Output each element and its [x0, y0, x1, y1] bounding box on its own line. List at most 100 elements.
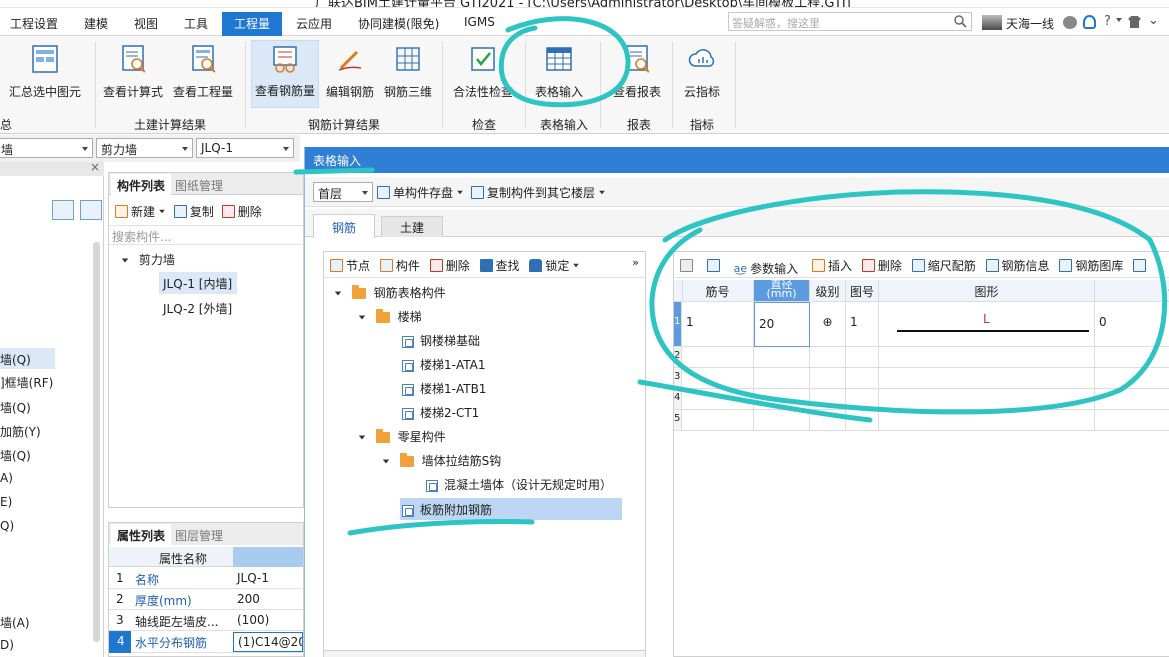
copy-button[interactable]: 复制	[173, 203, 214, 220]
component-button[interactable]: 构件	[379, 257, 420, 274]
table-input-titlebar[interactable]: 表格输入	[305, 147, 1169, 173]
nav-scrollbar[interactable]	[93, 242, 100, 642]
empty-cell[interactable]	[1095, 368, 1169, 389]
tree-leaf[interactable]: 楼梯1-ATA1	[402, 356, 486, 373]
tab-igms[interactable]: IGMS	[464, 15, 495, 29]
empty-cell[interactable]	[846, 389, 879, 410]
node-button[interactable]: 节点	[330, 257, 370, 274]
empty-cell[interactable]	[810, 368, 846, 389]
tab-view[interactable]: 视图	[134, 15, 158, 32]
nav-item[interactable]: Q)	[0, 519, 14, 533]
nav-item[interactable]: 加筋(Y)	[0, 423, 41, 440]
col-header-shape-no[interactable]: 图号	[846, 280, 879, 302]
floor-combo[interactable]: 首层	[313, 182, 373, 202]
empty-cell[interactable]	[754, 347, 810, 368]
grid-delete-button[interactable]: 删除	[861, 257, 902, 274]
move-up-button[interactable]	[680, 259, 693, 272]
cell-shape[interactable]: L	[879, 302, 1095, 347]
row-number-selected[interactable]: 1	[674, 302, 682, 347]
tree-node-misc[interactable]: 零星构件	[358, 428, 446, 445]
empty-cell[interactable]	[810, 389, 846, 410]
property-value[interactable]: JLQ-1	[237, 571, 269, 585]
nav-item[interactable]: D)	[0, 638, 14, 652]
view-report-button[interactable]: 查看报表	[606, 42, 668, 104]
help-dropdown-icon[interactable]	[1116, 18, 1122, 22]
empty-cell[interactable]	[754, 368, 810, 389]
copy-to-floors-button[interactable]: 复制构件到其它楼层	[471, 184, 606, 201]
nav-item[interactable]: E)	[0, 495, 12, 509]
row-number[interactable]: 4	[674, 389, 682, 410]
category-combo[interactable]: 墙	[0, 138, 93, 158]
empty-cell[interactable]	[682, 368, 754, 389]
nav-item[interactable]: 墙(Q)	[0, 348, 55, 369]
param-input-button[interactable]: a͜e 参数输入	[734, 260, 799, 277]
property-value-input[interactable]: (1)C14@200	[233, 632, 303, 652]
edit-rebar-button[interactable]: 编辑钢筋	[321, 42, 379, 104]
tree-leaf[interactable]: 楼梯1-ATB1	[402, 380, 486, 397]
empty-cell[interactable]	[879, 410, 1095, 431]
empty-cell[interactable]	[1095, 389, 1169, 410]
nav-item[interactable]: A)	[0, 471, 13, 485]
empty-cell[interactable]	[879, 347, 1095, 368]
row-number[interactable]: 5	[674, 410, 682, 431]
scale-rebar-button[interactable]: 缩尺配筋	[911, 257, 976, 274]
empty-cell[interactable]	[682, 389, 754, 410]
tree-node-stairs[interactable]: 楼梯	[358, 308, 422, 325]
view-rebar-qty-button[interactable]: 查看钢筋量	[251, 40, 319, 108]
view-formula-button[interactable]: 查看计算式	[100, 42, 166, 104]
cell-diameter[interactable]: 20	[754, 302, 810, 347]
empty-cell[interactable]	[682, 410, 754, 431]
empty-cell[interactable]	[682, 347, 754, 368]
cell-grade[interactable]: ⊕	[810, 302, 846, 347]
empty-cell[interactable]	[846, 347, 879, 368]
shirt-icon[interactable]	[1128, 16, 1141, 28]
cloud-index-button[interactable]: 云指标	[676, 42, 728, 104]
col-header-bar-no[interactable]: 筋号	[682, 280, 754, 302]
empty-cell[interactable]	[810, 410, 846, 431]
col-header-calc[interactable]: 计	[1095, 280, 1169, 302]
tab-layer-mgmt[interactable]: 图层管理	[175, 527, 223, 544]
empty-cell[interactable]	[754, 410, 810, 431]
help-icon[interactable]: ?	[1104, 14, 1111, 29]
legality-check-button[interactable]: 合法性检查	[448, 42, 518, 104]
delete-button[interactable]: 删除	[221, 203, 262, 220]
empty-cell[interactable]	[846, 410, 879, 431]
tab-cloud[interactable]: 云应用	[296, 15, 332, 32]
empty-cell[interactable]	[1095, 410, 1169, 431]
avatar[interactable]	[982, 15, 1002, 30]
nav-item[interactable]: ]框墙(RF)	[0, 374, 53, 391]
view-quantity-button[interactable]: 查看工程量	[170, 42, 236, 104]
empty-cell[interactable]	[879, 368, 1095, 389]
new-button[interactable]: 新建	[115, 203, 166, 220]
tree-delete-button[interactable]: 删除	[429, 257, 470, 274]
tree-leaf[interactable]: 混凝土墙体（设计无规定时用）	[426, 476, 612, 493]
list-view-icon[interactable]	[52, 200, 74, 220]
property-value[interactable]: 200	[237, 592, 260, 606]
col-header-diameter[interactable]: 直径(mm)	[754, 280, 810, 302]
col-header-grade[interactable]: 级别	[810, 280, 846, 302]
tree-leaf-selected[interactable]: 板筋附加钢筋	[400, 498, 622, 520]
empty-cell[interactable]	[846, 368, 879, 389]
tree-node-wall-tie[interactable]: 墙体拉结筋S钩	[382, 452, 501, 469]
search-icon[interactable]	[954, 15, 967, 28]
cell-shape-no[interactable]: 1	[846, 302, 879, 347]
empty-cell[interactable]	[754, 389, 810, 410]
tree-node-root[interactable]: 钢筋表格构件	[334, 284, 446, 301]
nav-item[interactable]: 墙(Q)	[0, 447, 31, 464]
member-combo[interactable]: JLQ-1	[196, 138, 294, 158]
cell-calc[interactable]: 0	[1095, 302, 1169, 347]
nav-item[interactable]: 墙(A)	[0, 614, 30, 631]
help-search-box[interactable]: 答疑解惑，搜这里	[728, 12, 972, 31]
empty-cell[interactable]	[1095, 347, 1169, 368]
empty-cell[interactable]	[879, 389, 1095, 410]
more-icon[interactable]: »	[632, 256, 639, 269]
tree-group-shear-wall[interactable]: 剪力墙	[121, 251, 175, 268]
find-button[interactable]: 查找	[479, 257, 520, 274]
component-search[interactable]: 搜索构件...	[109, 225, 303, 245]
save-single-button[interactable]: 单构件存盘	[377, 184, 464, 201]
component-item[interactable]: JLQ-2 [外墙]	[163, 300, 232, 317]
table-input-button[interactable]: 表格输入	[530, 42, 588, 104]
chat-icon[interactable]	[1063, 16, 1077, 29]
row-number[interactable]: 3	[674, 368, 682, 389]
property-value[interactable]: (100)	[237, 613, 269, 627]
